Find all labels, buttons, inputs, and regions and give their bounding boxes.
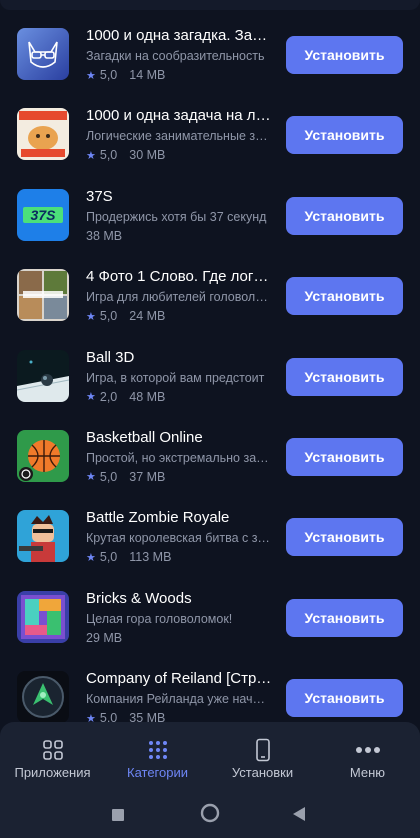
app-meta: ★ 5,0 14 MB [86, 68, 165, 82]
app-size: 29 MB [86, 630, 123, 645]
tab-apps-label: Приложения [14, 765, 91, 780]
spaceship-icon [17, 671, 69, 724]
star-icon: ★ [86, 310, 96, 323]
app-meta: ★ 5,0 113 MB [86, 550, 171, 564]
apps-grid-icon [42, 738, 64, 762]
install-button[interactable]: Установить [286, 36, 403, 74]
more-dots-icon [355, 738, 381, 762]
list-item[interactable]: Basketball Online Простой, но экстремаль… [0, 416, 420, 496]
app-description: Продержись хотя бы 37 секунд [86, 209, 267, 224]
app-title: 1000 и одна загадка. Загадки [86, 27, 272, 44]
star-icon: ★ [86, 391, 96, 404]
app-description: Целая гора головоломок! [86, 611, 233, 626]
app-rating: 5,0 [99, 68, 118, 82]
app-size: 48 MB [129, 389, 166, 404]
list-item[interactable]: 1000 и одна загадка. Загадки Загадки на … [0, 14, 420, 94]
app-rating: 5,0 [99, 550, 118, 565]
bricks-icon [17, 590, 69, 643]
app-size: 38 MB [86, 228, 123, 243]
install-button[interactable]: Установить [286, 518, 403, 557]
app-rating: 2,0 [99, 389, 118, 404]
app-meta: 29 MB [86, 631, 122, 645]
app-size: 113 MB [129, 550, 172, 565]
app-description: Компания Рейланда уже начинается [86, 692, 272, 707]
install-button[interactable]: Установить [286, 679, 403, 718]
photo-grid-icon [17, 269, 69, 322]
top-edge [0, 0, 420, 10]
37s-icon: 37S [17, 188, 69, 241]
cat-glasses-icon [17, 28, 69, 80]
app-rating: 5,0 [99, 309, 118, 324]
app-description: Игра, в которой вам предстоит [86, 370, 265, 385]
tab-categories-label: Категории [127, 765, 188, 780]
app-size: 14 MB [129, 68, 166, 82]
home-icon[interactable] [200, 803, 220, 828]
list-item[interactable]: 1000 и одна задача на логику Логические … [0, 94, 420, 174]
app-title: 37S [86, 187, 113, 205]
zombie-shooter-icon [17, 510, 69, 563]
app-meta: ★ 2,0 48 MB [86, 390, 165, 404]
app-size: 37 MB [129, 469, 166, 484]
list-item[interactable]: Battle Zombie Royale Крутая королевская … [0, 496, 420, 576]
list-item[interactable]: Ball 3D Игра, в которой вам предстоит ★ … [0, 336, 420, 416]
app-description: Крутая королевская битва с зомби [86, 531, 272, 546]
app-title: Basketball Online [86, 428, 203, 446]
app-description: Простой, но экстремально захватывающий [86, 450, 272, 465]
star-icon: ★ [86, 69, 96, 82]
ball-3d-icon [17, 349, 69, 402]
app-title: 4 Фото 1 Слово. Где логика? [86, 268, 272, 286]
app-title: Bricks & Woods [86, 589, 192, 607]
app-title: 1000 и одна задача на логику [86, 107, 272, 125]
categories-dots-icon [147, 738, 169, 762]
app-meta: ★ 5,0 24 MB [86, 309, 165, 323]
install-button[interactable]: Установить [286, 357, 403, 396]
tab-menu[interactable]: Меню [315, 722, 420, 790]
install-button[interactable]: Установить [286, 196, 403, 235]
tab-installs-label: Установки [231, 765, 294, 780]
list-item[interactable]: Bricks & Woods Целая гора головоломок! 2… [0, 577, 420, 657]
app-meta: ★ 5,0 30 MB [86, 148, 165, 162]
system-navigation-bar [0, 790, 420, 838]
install-button[interactable]: Установить [286, 277, 403, 316]
app-rating: 5,0 [99, 469, 118, 484]
phone-icon [255, 738, 271, 762]
bottom-nav: Приложения Категории Установки Меню [0, 722, 420, 790]
app-list: 1000 и одна загадка. Загадки Загадки на … [0, 14, 420, 738]
install-button[interactable]: Установить [286, 116, 403, 155]
star-icon: ★ [86, 551, 96, 564]
svg-text:37S: 37S [31, 207, 57, 223]
app-title: Company of Reiland [Стратегия] [86, 670, 272, 688]
app-description: Логические занимательные задачи [86, 129, 272, 144]
tab-apps[interactable]: Приложения [0, 722, 105, 790]
list-item[interactable]: 4 Фото 1 Слово. Где логика? Игра для люб… [0, 255, 420, 335]
list-item[interactable]: 37S 37S Продержись хотя бы 37 секунд 38 … [0, 175, 420, 255]
basketball-icon [17, 429, 69, 482]
app-meta: ★ 5,0 37 MB [86, 470, 165, 484]
back-icon[interactable] [292, 806, 306, 827]
app-title: Battle Zombie Royale [86, 509, 230, 527]
app-description: Игра для любителей головоломок [86, 290, 272, 305]
install-button[interactable]: Установить [286, 598, 403, 637]
app-rating: 5,0 [99, 148, 118, 163]
tab-installs[interactable]: Установки [210, 722, 315, 790]
recents-icon[interactable] [112, 808, 124, 826]
app-description: Загадки на сообразительность [86, 49, 265, 63]
kitten-logic-icon [17, 108, 69, 161]
star-icon: ★ [86, 471, 96, 484]
star-icon: ★ [86, 149, 96, 162]
app-title: Ball 3D [86, 348, 135, 366]
install-button[interactable]: Установить [286, 437, 403, 476]
app-size: 24 MB [129, 309, 166, 324]
tab-menu-label: Меню [349, 765, 386, 780]
app-meta: 38 MB [86, 229, 122, 243]
app-size: 30 MB [129, 148, 166, 163]
tab-categories[interactable]: Категории [105, 722, 210, 790]
